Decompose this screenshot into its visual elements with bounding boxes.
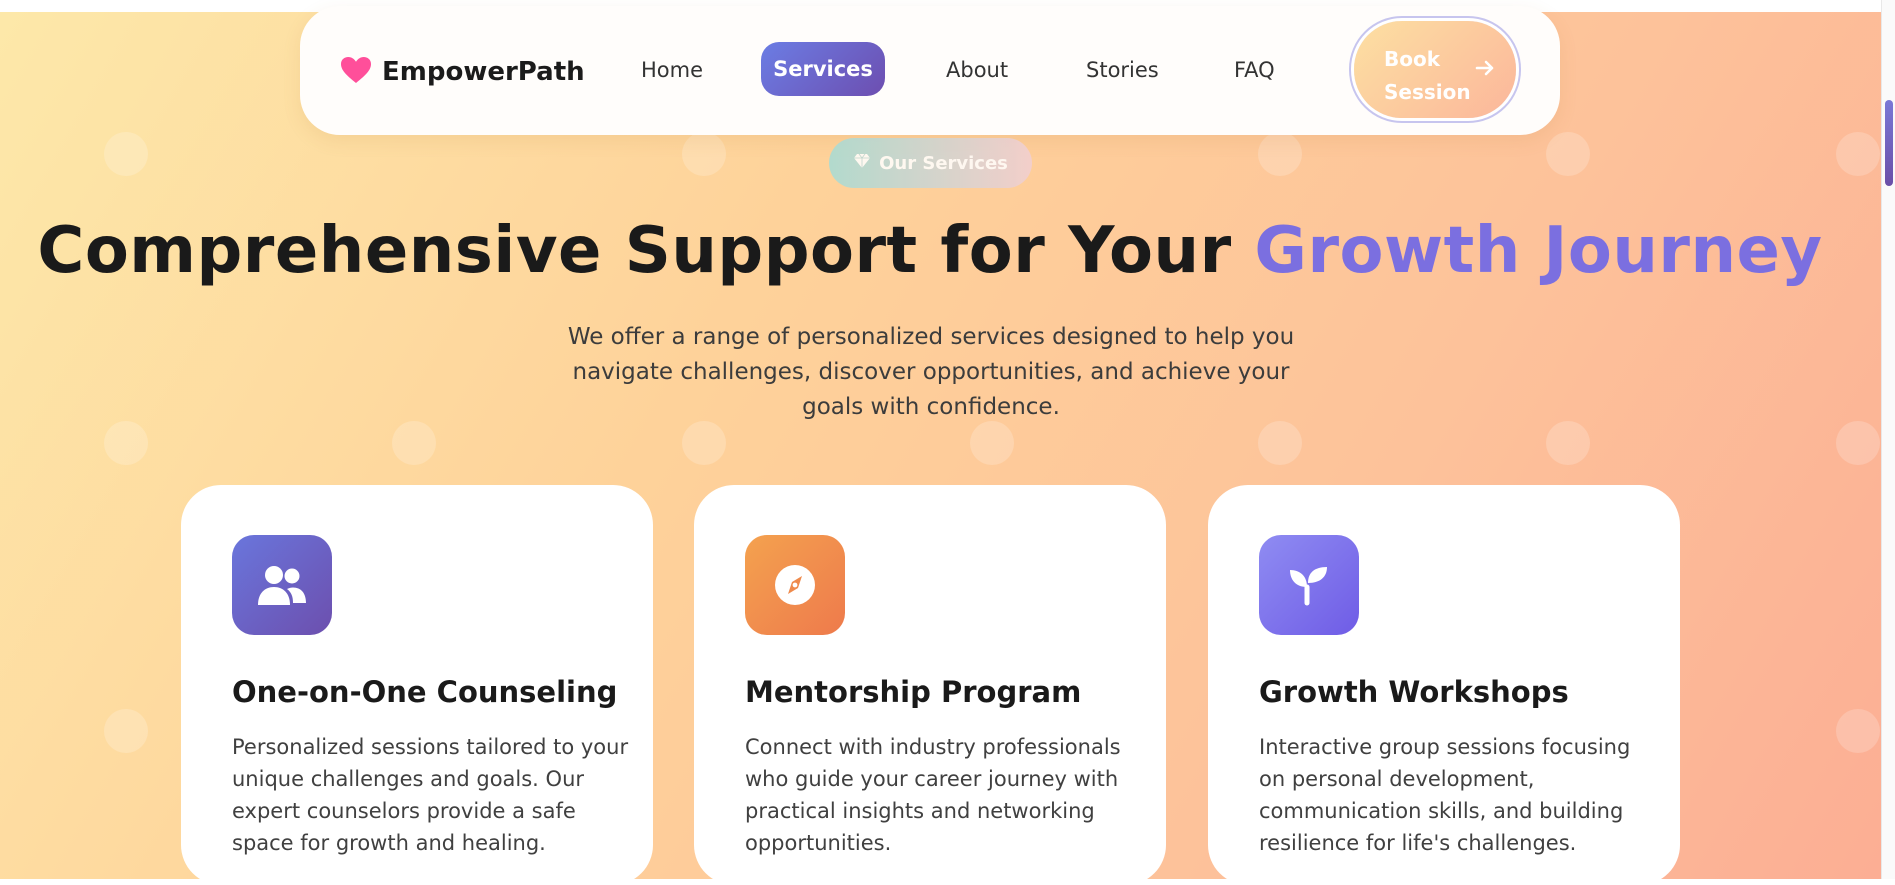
service-card-description: Personalized sessions tailored to your u… xyxy=(232,735,629,855)
navbar: EmpowerPath Home Services About Stories … xyxy=(300,6,1560,135)
page-subtitle: We offer a range of personalized service… xyxy=(567,324,1295,420)
nav-link-home[interactable]: Home xyxy=(641,58,703,82)
page-scrollbar[interactable] xyxy=(1881,0,1895,879)
nav-link-about[interactable]: About xyxy=(946,58,1008,82)
decor-dot xyxy=(1546,132,1590,176)
brand-logo[interactable]: EmpowerPath xyxy=(340,56,585,88)
decor-dot xyxy=(682,132,726,176)
nav-link-services[interactable]: Services xyxy=(761,42,885,96)
decor-dot xyxy=(1836,421,1880,465)
decor-dot xyxy=(682,421,726,465)
book-session-label: Book Session xyxy=(1384,43,1471,109)
service-card-counseling[interactable]: One-on-One Counseling Personalized sessi… xyxy=(181,485,653,885)
brand-name: EmpowerPath xyxy=(382,57,585,87)
nav-link-stories[interactable]: Stories xyxy=(1086,58,1159,82)
service-card-workshops[interactable]: Growth Workshops Interactive group sessi… xyxy=(1208,485,1680,885)
users-icon xyxy=(232,535,332,635)
decor-dot xyxy=(104,421,148,465)
service-card-description: Connect with industry professionals who … xyxy=(745,735,1121,855)
decor-dot xyxy=(970,421,1014,465)
decor-dot xyxy=(1836,132,1880,176)
decor-dot xyxy=(104,132,148,176)
decor-dot xyxy=(1836,709,1880,753)
service-card-mentorship[interactable]: Mentorship Program Connect with industry… xyxy=(694,485,1166,885)
arrow-right-icon xyxy=(1474,57,1496,79)
compass-icon xyxy=(745,535,845,635)
page-title-accent: Growth Journey xyxy=(1254,214,1823,288)
book-session-line2: Session xyxy=(1384,80,1471,104)
scrollbar-thumb[interactable] xyxy=(1885,100,1893,186)
book-session-button[interactable]: Book Session xyxy=(1354,21,1516,118)
decor-dot xyxy=(1258,421,1302,465)
page-title-main: Comprehensive Support for Your xyxy=(37,214,1232,288)
section-badge-label: Our Services xyxy=(879,152,1008,174)
heart-icon xyxy=(340,56,372,88)
gem-icon xyxy=(853,153,871,174)
decor-dot xyxy=(1258,132,1302,176)
nav-link-faq[interactable]: FAQ xyxy=(1234,58,1275,82)
decor-dot xyxy=(392,421,436,465)
page-title: Comprehensive Support for Your Growth Jo… xyxy=(0,214,1860,288)
nav-link-label: Services xyxy=(773,57,873,81)
service-card-title: One-on-One Counseling xyxy=(232,675,618,709)
section-badge: Our Services xyxy=(829,138,1032,188)
seedling-icon xyxy=(1259,535,1359,635)
book-session-line1: Book xyxy=(1384,47,1441,71)
decor-dot xyxy=(1546,421,1590,465)
service-card-title: Growth Workshops xyxy=(1259,675,1569,709)
service-card-title: Mentorship Program xyxy=(745,675,1082,709)
decor-dot xyxy=(104,709,148,753)
service-card-description: Interactive group sessions focusing on p… xyxy=(1259,735,1631,855)
